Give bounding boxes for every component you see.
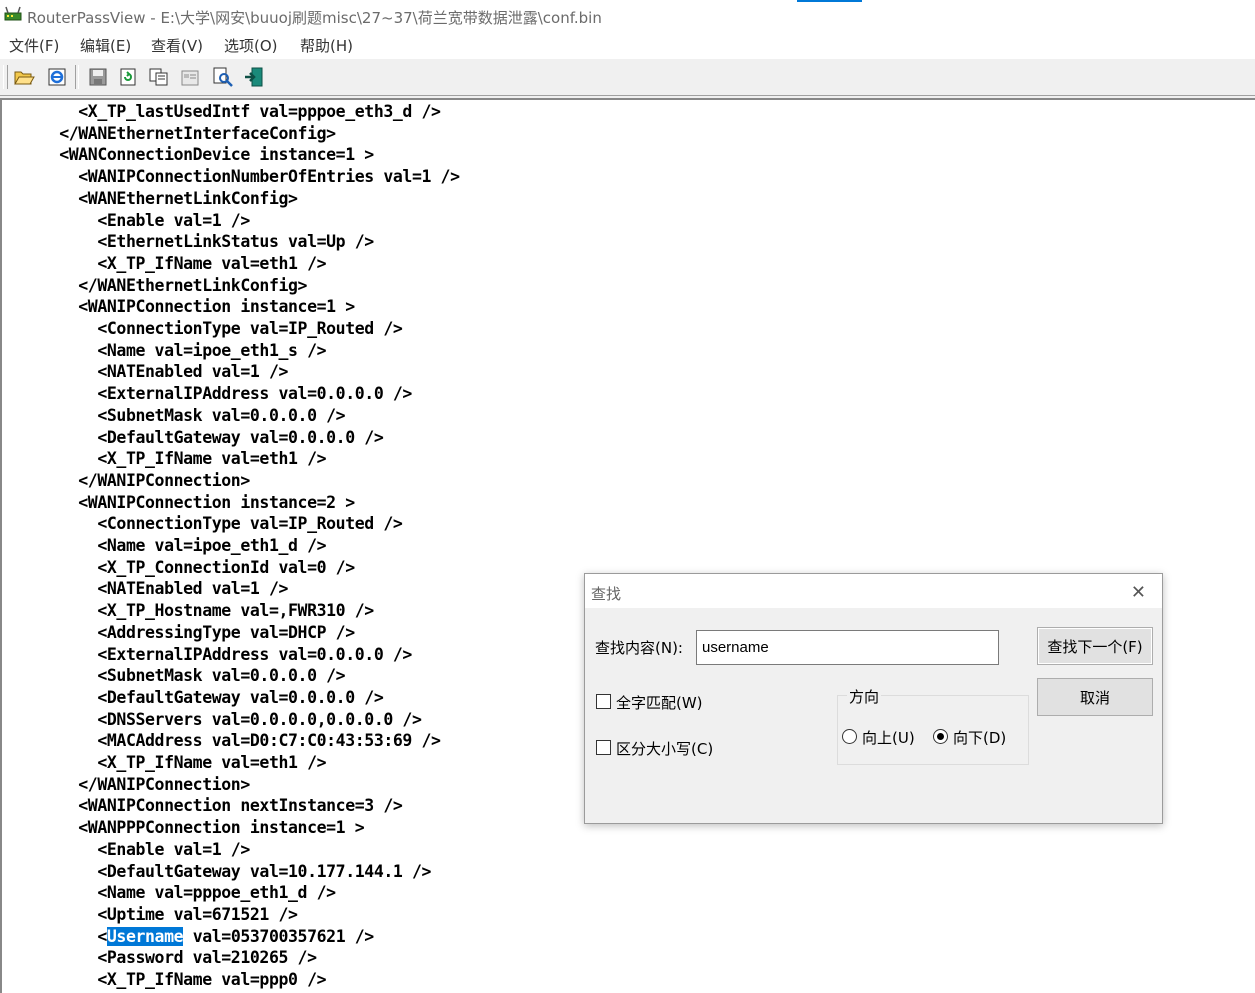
code-line: <NATEnabled val=1 /> — [2, 579, 289, 599]
search-match-highlight: Username — [106, 926, 184, 946]
code-line: <DefaultGateway val=0.0.0.0 /> — [2, 687, 384, 707]
code-line: <WANIPConnection nextInstance=3 /> — [2, 796, 403, 816]
direction-up-radio[interactable] — [842, 729, 857, 744]
find-dialog-title: 查找 — [591, 585, 622, 603]
code-line: <X_TP_IfName val=eth1 /> — [2, 449, 327, 469]
code-line: <WANPPPConnection instance=1 > — [2, 818, 365, 838]
find-next-button[interactable]: 查找下一个(F) — [1037, 627, 1153, 665]
toolbar — [0, 58, 1255, 96]
code-line: <X_TP_Hostname val=,FWR310 /> — [2, 601, 374, 621]
whole-word-label: 全字匹配(W) — [616, 694, 703, 712]
code-line: <EthernetLinkStatus val=Up /> — [2, 232, 374, 252]
code-line: <AddressingType val=DHCP /> — [2, 622, 355, 642]
code-line: <Uptime val=671521 /> — [2, 904, 298, 924]
code-line: <WANIPConnection instance=1 > — [2, 297, 355, 317]
menu-file[interactable]: 文件(F) — [9, 35, 59, 56]
code-line: <X_TP_lastUsedIntf val=pppoe_eth3_d /> — [2, 102, 441, 121]
find-what-input[interactable] — [696, 630, 999, 665]
find-dialog: 查找 ✕ 查找内容(N): 查找下一个(F) 取消 全字匹配(W) 区分大小写(… — [584, 573, 1163, 824]
code-line: </WANEthernetInterfaceConfig> — [2, 123, 336, 143]
code-line: <DefaultGateway val=0.0.0.0 /> — [2, 427, 384, 447]
code-line: <Enable val=1 /> — [2, 839, 250, 859]
toolbar-grip — [3, 65, 8, 89]
find-icon[interactable] — [211, 65, 235, 89]
code-line: <WANIPConnectionNumberOfEntries val=1 /> — [2, 167, 460, 187]
code-line: <Name val=pppoe_eth1_d /> — [2, 883, 336, 903]
code-line: <DNSServers val=0.0.0.0,0.0.0.0 /> — [2, 709, 422, 729]
code-line: <Username val=053700357621 /> — [2, 926, 374, 946]
menu-edit[interactable]: 编辑(E) — [80, 35, 131, 56]
direction-down-label: 向下(D) — [953, 729, 1007, 747]
match-case-label: 区分大小写(C) — [616, 740, 714, 758]
cancel-button[interactable]: 取消 — [1037, 678, 1153, 716]
ie-icon[interactable] — [45, 65, 69, 89]
find-dialog-title-bar: 查找 ✕ — [585, 574, 1162, 608]
whole-word-checkbox[interactable] — [596, 694, 611, 709]
code-line: <WANEthernetLinkConfig> — [2, 188, 298, 208]
code-line: <DefaultGateway val=10.177.144.1 /> — [2, 861, 432, 881]
copy-icon[interactable] — [147, 65, 171, 89]
refresh-icon[interactable] — [116, 65, 140, 89]
code-line: <WANIPConnection instance=2 > — [2, 492, 355, 512]
code-line: <SubnetMask val=0.0.0.0 /> — [2, 405, 346, 425]
menu-help[interactable]: 帮助(H) — [300, 35, 353, 56]
code-line: <SubnetMask val=0.0.0.0 /> — [2, 666, 346, 686]
menu-view[interactable]: 查看(V) — [151, 35, 203, 56]
radio-selected-dot — [937, 733, 944, 740]
code-line: <X_TP_IfName val=eth1 /> — [2, 253, 327, 273]
find-what-label: 查找内容(N): — [595, 639, 683, 657]
open-icon[interactable] — [12, 65, 36, 89]
code-line: <WANConnectionDevice instance=1 > — [2, 145, 374, 165]
save-icon[interactable] — [86, 65, 110, 89]
code-line: </WANIPConnection> — [2, 774, 250, 794]
title-bar: RouterPassView - E:\大学\网安\buuoj刷题misc\27… — [0, 0, 1255, 32]
direction-down-radio[interactable] — [933, 729, 948, 744]
menu-bar: 文件(F) 编辑(E) 查看(V) 选项(O) 帮助(H) — [0, 32, 1255, 58]
code-line: <ConnectionType val=IP_Routed /> — [2, 514, 403, 534]
direction-label: 方向 — [847, 686, 882, 707]
code-line: <Enable val=1 /> — [2, 210, 250, 230]
code-line: <ExternalIPAddress val=0.0.0.0 /> — [2, 644, 412, 664]
code-line: <Name val=ipoe_eth1_s /> — [2, 340, 327, 360]
code-line: <X_TP_IfName val=ppp0 /> — [2, 970, 327, 989]
toolbar-separator — [75, 65, 79, 89]
code-line: <X_TP_ConnectionId val=0 /> — [2, 557, 355, 577]
close-icon[interactable]: ✕ — [1131, 582, 1146, 603]
window-title: RouterPassView - E:\大学\网安\buuoj刷题misc\27… — [27, 9, 602, 27]
code-line: </WANIPConnection> — [2, 470, 250, 490]
title-accent-bar — [797, 0, 862, 2]
code-line: </WANEthernetLinkConfig> — [2, 275, 308, 295]
code-line: <Password val=210265 /> — [2, 948, 317, 968]
menu-options[interactable]: 选项(O) — [224, 35, 278, 56]
properties-icon[interactable] — [179, 65, 203, 89]
exit-icon[interactable] — [242, 65, 266, 89]
direction-up-label: 向上(U) — [862, 729, 915, 747]
code-line: <NATEnabled val=1 /> — [2, 362, 289, 382]
code-line: <MACAddress val=D0:C7:C0:43:53:69 /> — [2, 731, 441, 751]
code-line: <Name val=ipoe_eth1_d /> — [2, 536, 327, 555]
router-app-icon — [4, 6, 22, 22]
match-case-checkbox[interactable] — [596, 740, 611, 755]
config-text-view[interactable]: <X_TP_lastUsedIntf val=pppoe_eth3_d /> <… — [0, 98, 1255, 993]
code-line: <ExternalIPAddress val=0.0.0.0 /> — [2, 384, 412, 404]
code-line: <ConnectionType val=IP_Routed /> — [2, 319, 403, 338]
code-line: <X_TP_IfName val=eth1 /> — [2, 753, 327, 772]
